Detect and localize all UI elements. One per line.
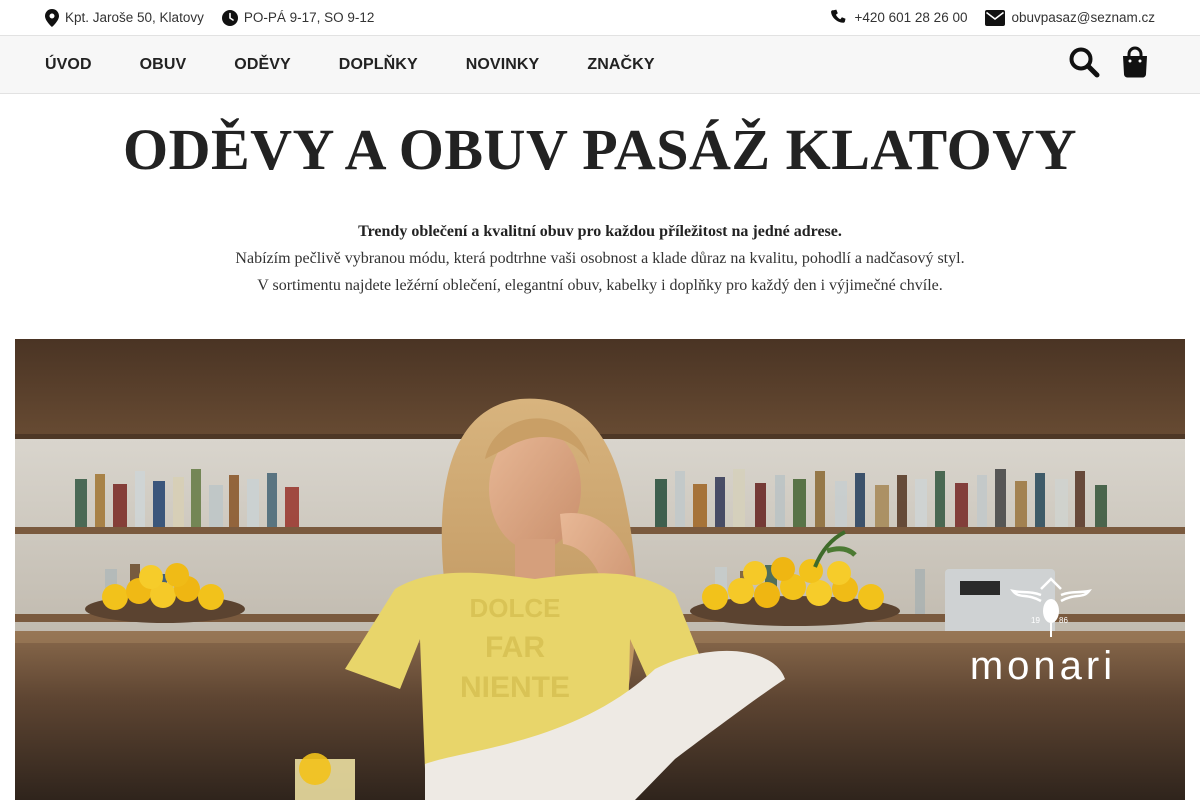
phone-icon bbox=[830, 9, 854, 27]
clock-icon bbox=[221, 9, 244, 26]
email-text[interactable]: obuvpasaz@seznam.cz bbox=[1011, 10, 1155, 25]
intro-line-3: V sortimentu najdete ležérní oblečení, e… bbox=[257, 277, 943, 294]
nav-item-uvod[interactable]: ÚVOD bbox=[45, 56, 92, 74]
nav-actions bbox=[1068, 46, 1150, 83]
intro-line-2: Nabízím pečlivě vybranou módu, která pod… bbox=[235, 250, 965, 267]
main-navigation: ÚVOD OBUV ODĚVY DOPLŇKY NOVINKY ZNAČKY bbox=[0, 36, 1200, 94]
banner-illustration: DOLCE FAR NIENTE 19 86 monari bbox=[15, 339, 1185, 800]
address-info: Kpt. Jaroše 50, Klatovy bbox=[45, 8, 204, 27]
nav-item-obuv[interactable]: OBUV bbox=[140, 56, 187, 74]
nav-item-novinky[interactable]: NOVINKY bbox=[466, 56, 540, 74]
top-info-right: +420 601 28 26 00 obuvpasaz@seznam.cz bbox=[830, 9, 1155, 27]
phone-info[interactable]: +420 601 28 26 00 bbox=[830, 9, 967, 27]
envelope-icon bbox=[985, 9, 1011, 26]
monari-year-right: 86 bbox=[1059, 616, 1068, 625]
page-title: ODĚVY A OBUV PASÁŽ KLATOVY bbox=[122, 117, 1078, 182]
intro-text: Trendy oblečení a kvalitní obuv pro každ… bbox=[0, 218, 1200, 299]
monari-wordmark: monari bbox=[970, 644, 1116, 688]
nav-item-doplnky[interactable]: DOPLŇKY bbox=[339, 56, 418, 74]
monari-year-left: 19 bbox=[1031, 616, 1040, 625]
hours-text: PO-PÁ 9-17, SO 9-12 bbox=[243, 10, 375, 25]
top-info-bar: Kpt. Jaroše 50, Klatovy PO-PÁ 9-17, SO 9… bbox=[0, 0, 1200, 36]
search-icon[interactable] bbox=[1068, 46, 1100, 83]
intro-lead: Trendy oblečení a kvalitní obuv pro každ… bbox=[358, 223, 842, 240]
phone-text[interactable]: +420 601 28 26 00 bbox=[854, 10, 967, 25]
email-info[interactable]: obuvpasaz@seznam.cz bbox=[985, 9, 1155, 26]
hours-info: PO-PÁ 9-17, SO 9-12 bbox=[221, 9, 375, 26]
map-pin-icon bbox=[45, 8, 65, 27]
shirt-text-line-2: FAR bbox=[485, 631, 545, 664]
top-info-left: Kpt. Jaroše 50, Klatovy PO-PÁ 9-17, SO 9… bbox=[45, 8, 375, 27]
shirt-text-line-1: DOLCE bbox=[470, 593, 561, 623]
shirt-text-line-3: NIENTE bbox=[460, 671, 570, 704]
nav-menu: ÚVOD OBUV ODĚVY DOPLŇKY NOVINKY ZNAČKY bbox=[45, 56, 703, 74]
nav-item-odevy[interactable]: ODĚVY bbox=[234, 56, 291, 74]
address-text: Kpt. Jaroše 50, Klatovy bbox=[65, 10, 204, 25]
nav-item-znacky[interactable]: ZNAČKY bbox=[587, 56, 654, 74]
shopping-bag-icon[interactable] bbox=[1120, 46, 1150, 83]
hero-banner-image[interactable]: DOLCE FAR NIENTE 19 86 monari bbox=[15, 339, 1185, 800]
